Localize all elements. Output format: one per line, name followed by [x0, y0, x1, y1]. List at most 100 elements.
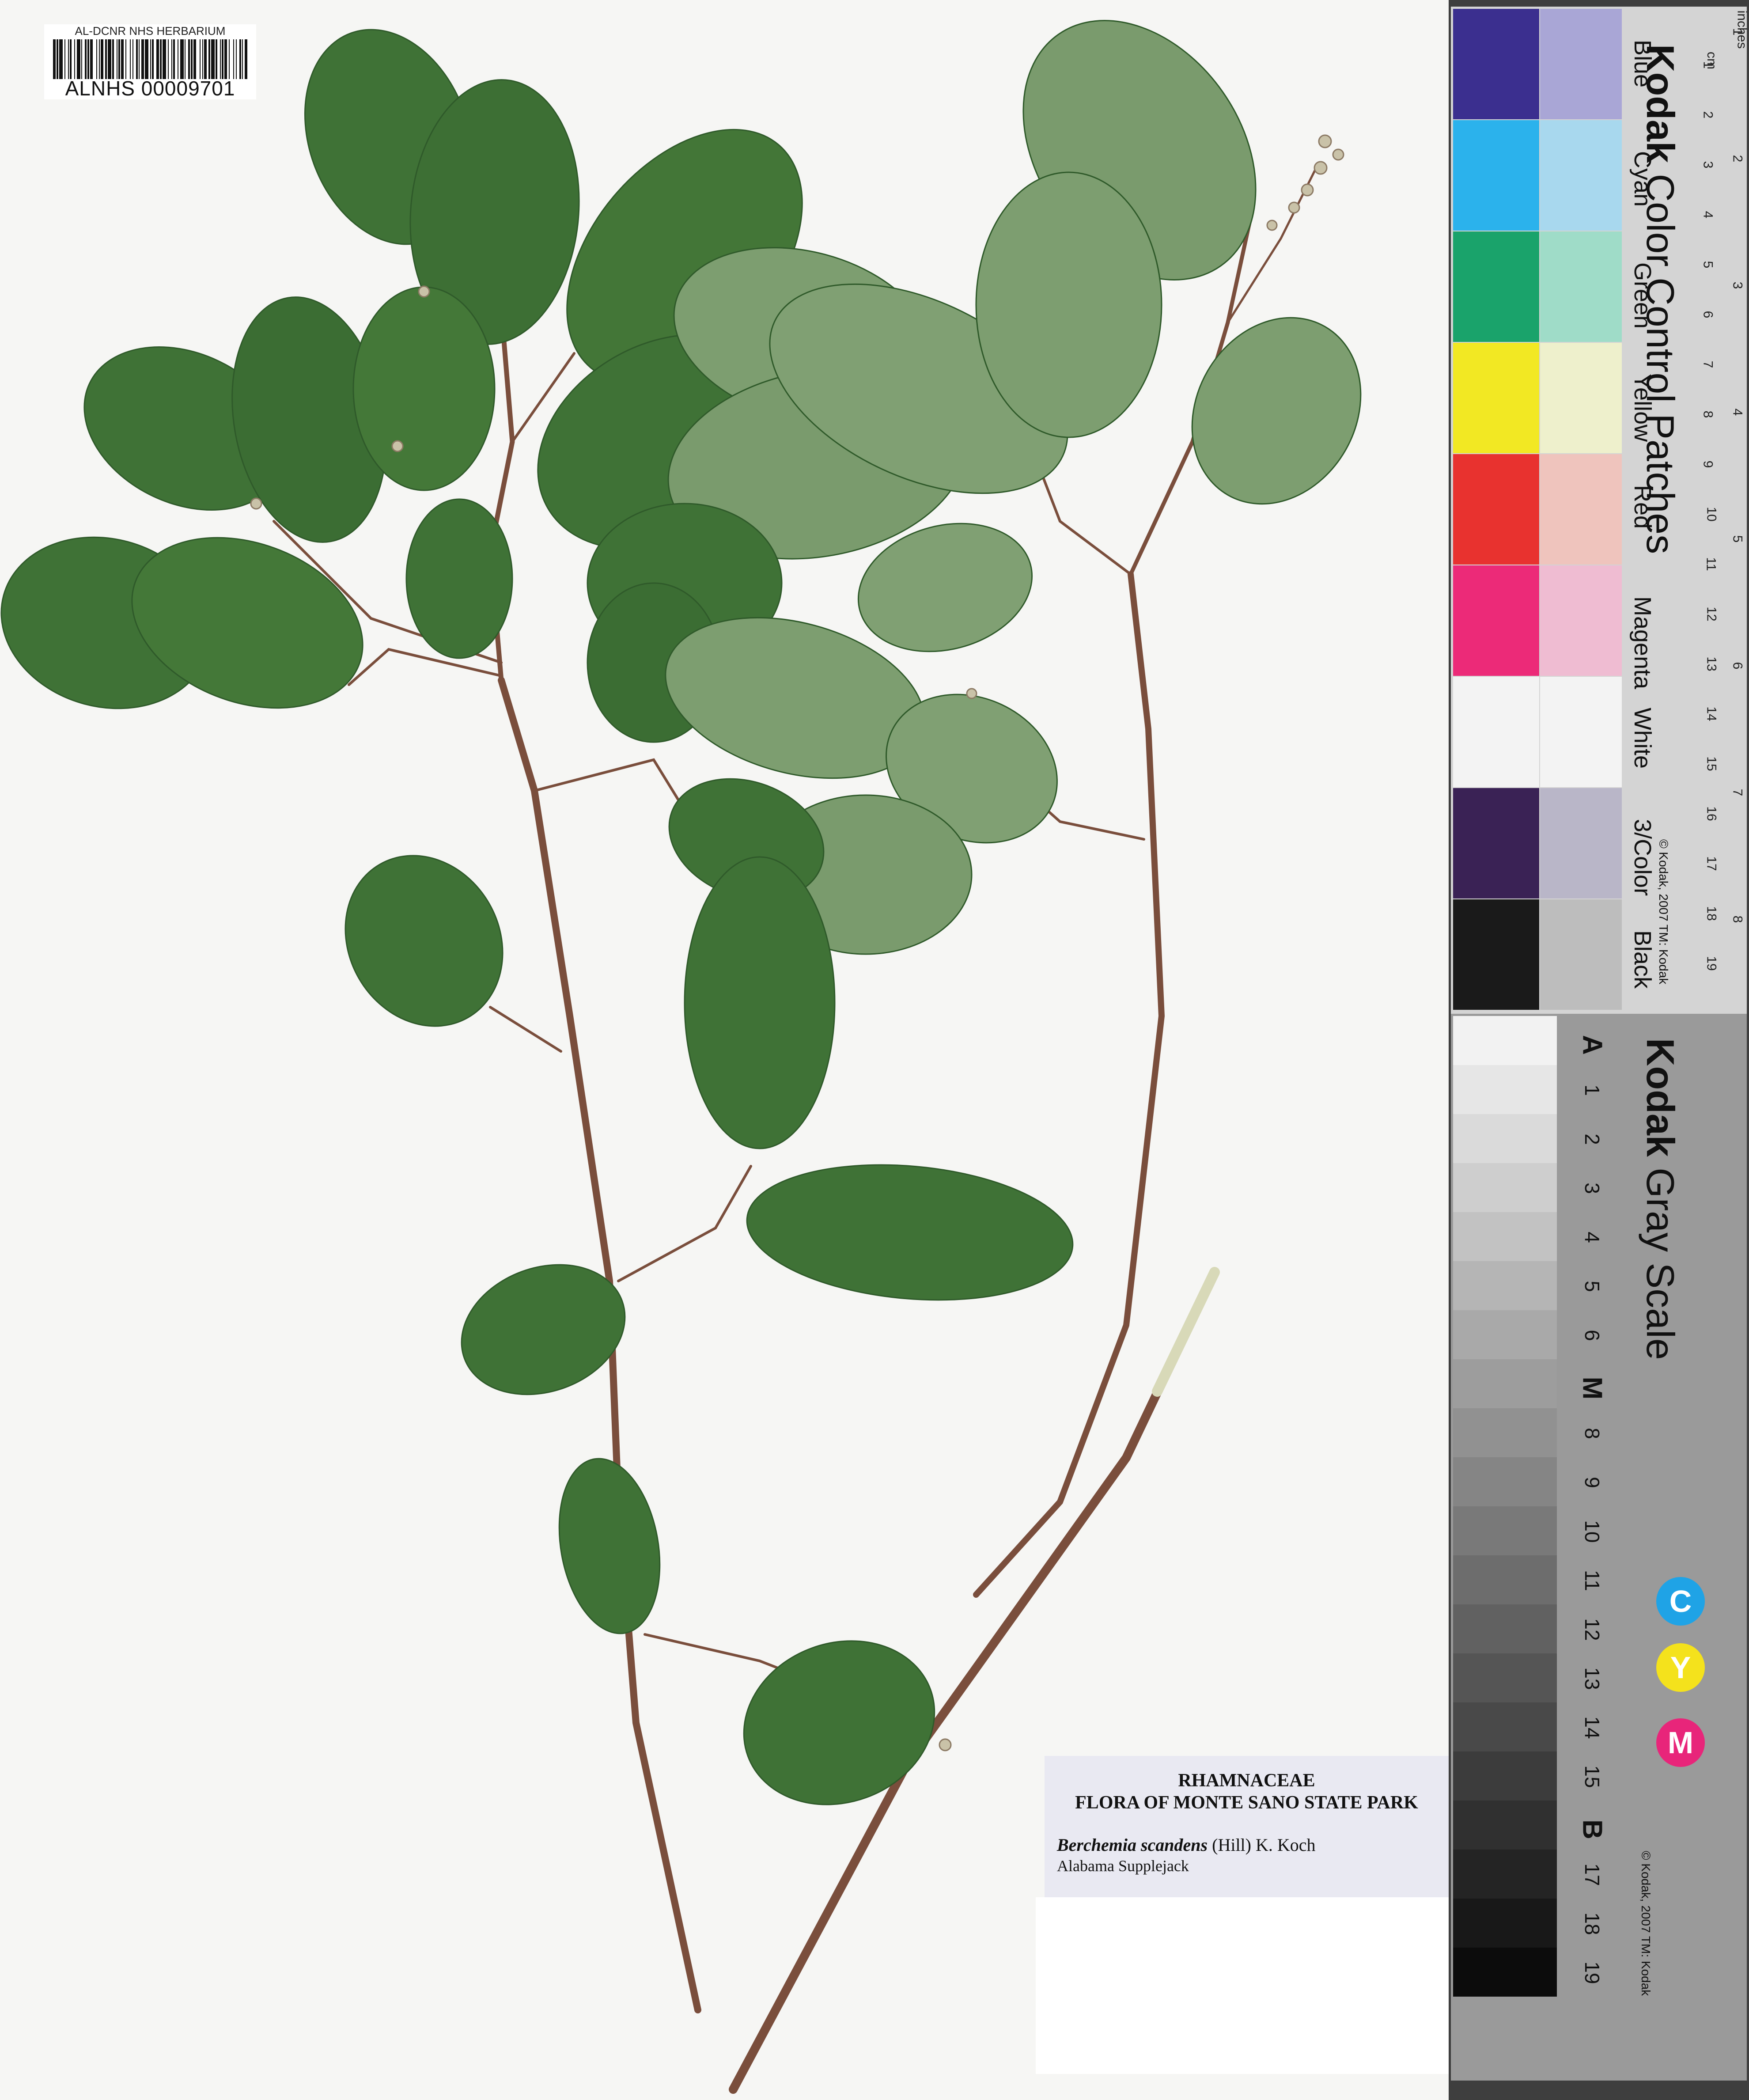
ruler-inch-number: 6	[1730, 662, 1745, 670]
leaf	[746, 1164, 1074, 1301]
flower	[250, 497, 262, 510]
color-patch-dark	[1453, 343, 1539, 453]
ruler-inch-number: 5	[1730, 535, 1745, 543]
color-patch-dark	[1453, 9, 1539, 119]
ruler-cm-number: 8	[1700, 410, 1715, 418]
petiole	[1037, 462, 1132, 576]
color-patch-light	[1540, 231, 1622, 342]
gray-step	[1453, 1899, 1557, 1948]
gray-step-label: 17	[1581, 1863, 1604, 1886]
gray-step	[1453, 1751, 1557, 1801]
gray-card-title-text: Gray Scale	[1639, 1168, 1682, 1360]
gray-step	[1453, 1016, 1557, 1065]
ruler-cm-number: 3	[1700, 161, 1715, 169]
ruler-inch-number: 4	[1730, 408, 1745, 416]
gray-step-label: 6	[1581, 1330, 1604, 1341]
color-patch-dark	[1453, 120, 1539, 231]
leaf	[344, 855, 504, 1027]
ruler-cm-number: 10	[1704, 507, 1719, 522]
ruler-cm-number: 14	[1704, 706, 1719, 721]
color-patch-name: White	[1629, 708, 1656, 769]
label-author: (Hill) K. Koch	[1212, 1835, 1316, 1855]
gray-step	[1453, 1261, 1557, 1310]
color-patch-dark	[1453, 454, 1539, 565]
gray-step-label: 13	[1581, 1667, 1604, 1690]
flower	[418, 285, 430, 298]
gray-step-label: A	[1577, 1035, 1608, 1055]
leaf	[975, 171, 1162, 438]
flower	[391, 440, 404, 452]
color-patch-dark	[1453, 677, 1539, 787]
gray-step	[1453, 1408, 1557, 1457]
gray-step	[1453, 1948, 1557, 1997]
stick-tip	[1152, 1267, 1220, 1397]
ruler-cm-number: 6	[1700, 311, 1715, 318]
specimen-label: RHAMNACEAE FLORA OF MONTE SANO STATE PAR…	[1045, 1756, 1449, 1897]
flower	[939, 1738, 952, 1751]
ruler-cm-number: 12	[1704, 606, 1719, 622]
ruler-cm-number: 2	[1700, 111, 1715, 119]
ruler-inch-number: 3	[1730, 281, 1745, 289]
gray-step-label: 11	[1581, 1570, 1604, 1591]
gray-step	[1453, 1850, 1557, 1899]
color-patch-dark	[1453, 231, 1539, 342]
color-patch-light	[1540, 9, 1622, 119]
color-patch-name: Green	[1629, 262, 1656, 329]
gray-step	[1453, 1457, 1557, 1506]
color-patch-name: 3/Color	[1629, 819, 1656, 896]
flower	[1318, 134, 1332, 148]
gray-step-label: B	[1577, 1819, 1608, 1839]
ruler-cm-number: 1	[1700, 61, 1715, 69]
gray-card-title: Kodak Gray Scale	[1638, 1038, 1683, 1360]
gray-step	[1453, 1801, 1557, 1850]
gray-step-label: 3	[1581, 1183, 1604, 1194]
flower	[1266, 220, 1278, 231]
petiole	[617, 1165, 752, 1282]
ruler-cm-number: 18	[1704, 906, 1719, 921]
gray-step-label: 10	[1581, 1520, 1604, 1543]
gray-step-label: M	[1577, 1376, 1608, 1400]
label-family: RHAMNACEAE	[1178, 1770, 1315, 1791]
ruler-cm-number: 11	[1704, 557, 1719, 571]
cym-mark: Y	[1656, 1643, 1705, 1692]
gray-step-label: 2	[1581, 1133, 1604, 1145]
gray-step-label: 18	[1581, 1912, 1604, 1935]
gray-step	[1453, 1359, 1557, 1408]
leaf	[684, 856, 836, 1149]
ruler-cm-number: 7	[1700, 360, 1715, 368]
color-patch-light	[1540, 454, 1622, 565]
gray-step	[1453, 1506, 1557, 1555]
gray-step	[1453, 1604, 1557, 1653]
gray-step	[1453, 1555, 1557, 1604]
ruler-cm-number: 15	[1704, 756, 1719, 771]
gray-step-label: 12	[1581, 1618, 1604, 1641]
color-patch-light	[1540, 899, 1622, 1010]
color-patch-dark	[1453, 565, 1539, 676]
color-patch-name: Blue	[1629, 40, 1656, 88]
flower	[1301, 183, 1314, 197]
petiole	[489, 1006, 562, 1053]
ruler-inch-number: 7	[1730, 788, 1745, 796]
gray-step	[1453, 1310, 1557, 1359]
label-species: Berchemia scandens	[1057, 1835, 1208, 1855]
color-patch-name: Magenta	[1629, 596, 1656, 690]
flower	[966, 688, 977, 699]
ruler-cm-number: 19	[1704, 956, 1719, 971]
ruler-cm-number: 5	[1700, 261, 1715, 269]
leaf	[1191, 317, 1362, 505]
cym-mark: C	[1656, 1577, 1705, 1626]
ruler-cm-number: 16	[1704, 806, 1719, 821]
cym-mark: M	[1656, 1718, 1705, 1767]
color-patch-light	[1540, 343, 1622, 453]
blank-label-area	[1036, 1897, 1449, 2074]
gray-step	[1453, 1702, 1557, 1751]
gray-step	[1453, 1114, 1557, 1163]
color-card-copyright: © Kodak, 2007 TM: Kodak	[1657, 839, 1670, 985]
ruler-cm-number: 17	[1704, 856, 1719, 871]
gray-step	[1453, 1212, 1557, 1261]
color-patch-dark	[1453, 788, 1539, 898]
flower	[1288, 201, 1300, 214]
gray-step-label: 9	[1581, 1477, 1604, 1488]
color-patch-light	[1540, 788, 1622, 898]
gray-step-label: 4	[1581, 1232, 1604, 1243]
